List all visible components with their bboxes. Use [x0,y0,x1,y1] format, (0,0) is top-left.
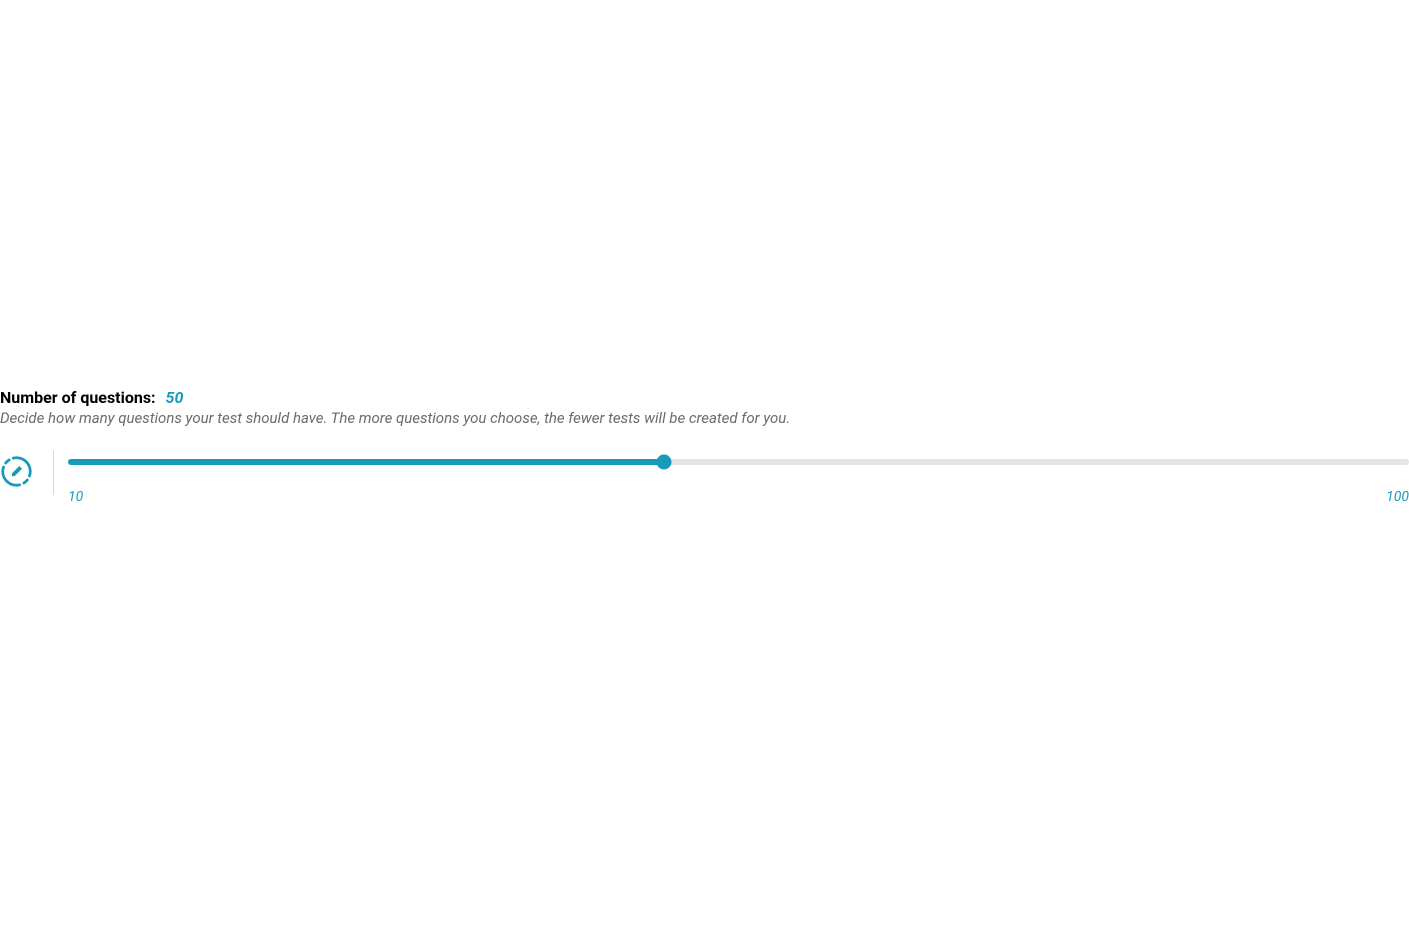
slider-labels: 10 100 [68,489,1409,505]
edit-circle-icon [0,455,33,488]
questions-slider[interactable] [68,459,1409,465]
slider-min-label: 10 [68,489,83,505]
slider-max-label: 100 [1386,489,1409,505]
slider-fill [68,459,664,465]
slider-thumb[interactable] [656,455,671,470]
vertical-divider [53,450,54,495]
slider-container: 10 100 [68,455,1409,505]
icon-container [0,455,33,488]
questions-header: Number of questions: 50 [0,388,1409,407]
questions-label: Number of questions: [0,388,156,407]
slider-row: 10 100 [0,455,1409,505]
questions-value: 50 [166,388,184,407]
questions-description: Decide how many questions your test shou… [0,409,1409,427]
